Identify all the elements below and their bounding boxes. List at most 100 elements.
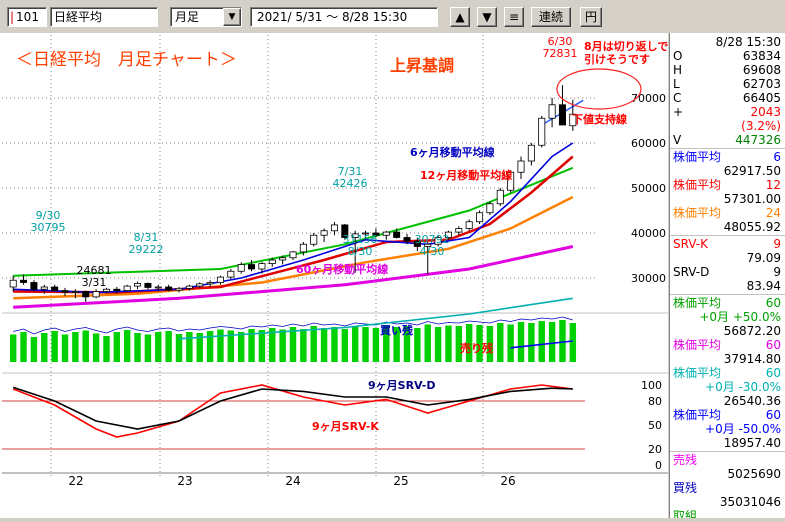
volume-bar: [351, 326, 359, 362]
ma-row-label: 株価平均: [673, 178, 722, 192]
volume-bar: [123, 330, 131, 362]
volume-bar: [237, 332, 245, 362]
continuous-button[interactable]: 連続: [531, 7, 571, 27]
sell-remainder-row-label: 売残: [673, 453, 698, 467]
ma-long-value-row-value: 26540.36: [723, 394, 781, 408]
quote-row-label: V: [673, 133, 682, 147]
buy-remainder-label: 買い残: [380, 323, 413, 337]
ma12-label: 12ヶ月移動平均線: [420, 168, 512, 182]
candle-body: [476, 212, 484, 223]
candle-body: [403, 237, 411, 242]
volume-bar: [289, 327, 297, 362]
ma-long-row-value: 60: [765, 408, 781, 422]
highlight-ellipse: [556, 68, 642, 110]
panel-separator: [670, 235, 785, 236]
volume-bar: [497, 323, 504, 362]
candle-body: [538, 117, 546, 146]
date-range-field[interactable]: 2021/ 5/31 ～ 8/28 15:30: [250, 7, 438, 27]
quote-row-value: 447326: [735, 133, 781, 147]
note-line-1: 8月は切り返しで: [584, 39, 668, 53]
volume-bar: [559, 320, 566, 362]
volume-bar: [51, 331, 58, 362]
quote-row-value: (3.2%): [741, 119, 781, 133]
price-label-value: 30795: [31, 221, 66, 234]
date-range: 2021/ 5/31 ～ 8/28 15:30: [257, 10, 408, 24]
y-tick-label: 60000: [631, 137, 666, 150]
volume-bar: [538, 321, 545, 362]
y-tick-label: 40000: [631, 227, 666, 240]
volume-bar: [72, 332, 79, 362]
y-tick-label: 50000: [631, 182, 666, 195]
yen-button[interactable]: 円: [580, 7, 602, 27]
menu-icon: ≡: [508, 10, 520, 24]
volume-bar: [372, 328, 380, 362]
ma-long-row-value: 60: [765, 338, 781, 352]
moving-average-lines: [13, 99, 584, 349]
volume-bar: [61, 334, 69, 362]
candle-body: [9, 279, 17, 288]
chart-area[interactable]: 70000 60000 50000 40000 30000 100 80 50 20 0 22 23 2…: [0, 33, 668, 518]
candle-body: [258, 263, 266, 270]
volume-bar: [445, 325, 452, 362]
osc-tick-label: 0: [655, 459, 662, 472]
info-panel: 8/28 15:30 O 63834 H 69608 L 62703 C 66405 +2043(…: [669, 33, 785, 518]
candle-body: [165, 286, 173, 291]
ma-row-label: 株価平均: [673, 150, 722, 164]
candle-body: [175, 287, 183, 291]
chevron-down-icon[interactable]: ▼: [223, 8, 241, 26]
ma-long-value-row-value: 56872.20: [723, 324, 781, 338]
price-label-value: 29222: [129, 243, 164, 256]
scroll-down-button[interactable]: ▼: [477, 7, 497, 27]
volume-bar: [20, 332, 27, 362]
candle-body: [144, 282, 152, 288]
menu-button[interactable]: ≡: [504, 7, 524, 27]
candle-body: [196, 283, 204, 287]
candle-body: [20, 279, 28, 283]
scroll-up-button[interactable]: ▲: [450, 7, 470, 27]
candle-body: [82, 291, 90, 298]
sell-remainder-label: 売り残: [460, 341, 493, 355]
candle-body: [61, 290, 69, 293]
yen-label: 円: [584, 10, 597, 24]
buy-remainder-value-row-value: 35031046: [719, 495, 781, 509]
srv-row-value: 9: [773, 265, 781, 279]
quote-row-value: 69608: [742, 63, 781, 77]
volume-bar: [569, 323, 577, 362]
candle-body: [527, 144, 535, 162]
period-select[interactable]: 月足 ▼: [170, 7, 242, 27]
ma-long-row-label: 株価平均: [673, 366, 722, 380]
price-label-value: 72831: [543, 47, 578, 60]
volume-bar: [82, 330, 89, 362]
srvk-line: [12, 384, 573, 438]
price-chart[interactable]: 7000060000500004000030000100805020022 23 2…: [0, 33, 668, 518]
quote-row-value: 2043: [750, 105, 781, 119]
x-tick-label: 24: [285, 474, 300, 488]
sell-remainder-value-row-value: 5025690: [727, 467, 781, 481]
osc-tick-label: 50: [648, 419, 662, 432]
ma-long-sub-row-value: +0月 +50.0%: [699, 310, 781, 324]
stock-code-field[interactable]: | 101: [7, 7, 47, 27]
candle-body: [310, 234, 318, 245]
volume-bar: [103, 336, 110, 362]
panel-separator: [670, 148, 785, 149]
candle-body: [465, 221, 473, 229]
ma-value-row-value: 57301.00: [723, 192, 781, 206]
stock-name-field[interactable]: 日経平均: [50, 7, 158, 27]
arrow-down-icon: ▼: [482, 10, 492, 24]
toolbar: | 101 日経平均 月足 ▼ 2021/ 5/31 ～ 8/28 15:30 ▲ …: [0, 0, 785, 32]
candle-body: [40, 286, 48, 290]
volume-bar: [92, 333, 100, 362]
srvd-label: 9ヶ月SRV-D: [368, 379, 435, 392]
volume-bar: [341, 329, 349, 362]
candle-body: [496, 189, 504, 205]
continuous-label: 連続: [538, 10, 563, 24]
volume-bar: [548, 322, 556, 362]
candle-body: [154, 286, 162, 289]
volume-bar: [331, 327, 338, 362]
srvk-label: 9ヶ月SRV-K: [312, 420, 379, 433]
candle-body: [330, 224, 338, 232]
candle-body: [548, 104, 556, 119]
volume-bar: [134, 333, 141, 362]
ma-long-sub-row-value: +0月 -30.0%: [705, 380, 781, 394]
stock-name: 日経平均: [54, 10, 103, 24]
